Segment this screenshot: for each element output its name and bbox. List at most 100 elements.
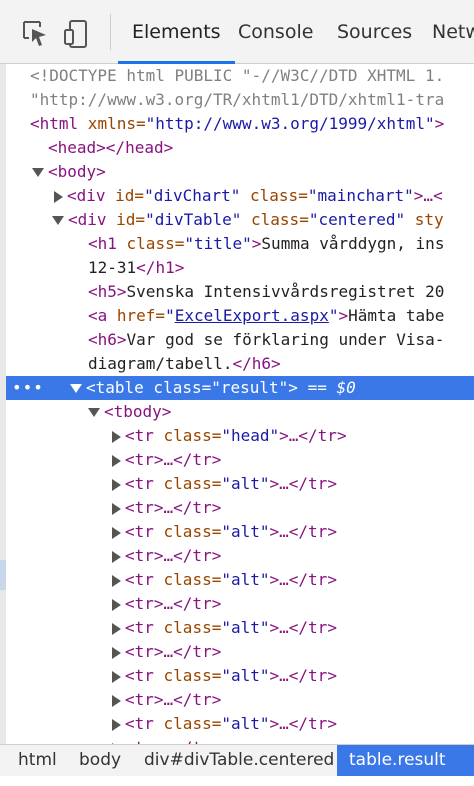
expand-triangle-icon[interactable] <box>112 598 121 611</box>
expand-triangle-icon[interactable] <box>112 646 121 659</box>
devtools-toolbar: Elements Console Sources Netw <box>0 0 474 64</box>
expand-triangle-icon[interactable] <box>112 526 121 539</box>
dom-tree[interactable]: <!DOCTYPE html PUBLIC "-//W3C//DTD XHTML… <box>6 64 474 744</box>
expand-triangle-icon[interactable] <box>54 190 63 203</box>
div-table-node[interactable]: <div id="divTable" class="centered" sty <box>6 208 474 232</box>
head-node[interactable]: <head></head> <box>6 136 474 160</box>
a-node[interactable]: <a href="ExcelExport.aspx">Hämta tabe <box>6 304 474 328</box>
tbody-tag: <tbody> <box>104 402 172 421</box>
device-toggle-icon[interactable] <box>62 16 92 50</box>
attr-name: class= <box>153 522 222 541</box>
tr-node[interactable]: <tr>…</tr> <box>6 592 474 616</box>
attr-name: class= <box>153 618 222 637</box>
tr-node[interactable]: <tr>…</tr> <box>6 496 474 520</box>
select-element-icon[interactable] <box>20 16 50 50</box>
div-chart-node[interactable]: <div id="divChart" class="mainchart">…< <box>6 184 474 208</box>
tr-node[interactable]: <tr class="alt">…</tr> <box>6 520 474 544</box>
tr-tag-tail: …</tr> <box>163 450 222 469</box>
tr-node[interactable]: <tr class="alt">…</tr> <box>6 568 474 592</box>
attr-name: id= <box>106 210 146 229</box>
expand-triangle-icon[interactable] <box>112 574 121 587</box>
collapse-triangle-icon[interactable] <box>32 168 44 177</box>
tr-node[interactable]: <tr class="alt">…</tr> <box>6 472 474 496</box>
expand-triangle-icon[interactable] <box>112 430 121 443</box>
expand-triangle-icon[interactable] <box>112 550 121 563</box>
attr-value-quote: " <box>165 306 175 325</box>
expand-triangle-icon[interactable] <box>112 502 121 515</box>
attr-name: class= <box>153 666 222 685</box>
html-node[interactable]: <html xmlns="http://www.w3.org/1999/xhtm… <box>6 112 474 136</box>
tab-sources[interactable]: Sources <box>337 0 412 64</box>
attr-value: "head" <box>221 426 280 445</box>
tr-node[interactable]: <tr class="alt">…</tr> <box>6 664 474 688</box>
tr-node[interactable]: <tr class="alt">…</tr> <box>6 616 474 640</box>
bottom-edge <box>0 776 474 786</box>
doctype-line-cont[interactable]: "http://www.w3.org/TR/xhtml1/DTD/xhtml1-… <box>6 88 474 112</box>
breadcrumb-div[interactable]: div#divTable.centered <box>134 745 344 777</box>
a-tag: <a <box>88 306 108 325</box>
tab-console[interactable]: Console <box>238 0 313 64</box>
doctype-line[interactable]: <!DOCTYPE html PUBLIC "-//W3C//DTD XHTML… <box>6 64 474 88</box>
tr-node[interactable]: <tr class="head">…</tr> <box>6 424 474 448</box>
tr-node[interactable]: <tr class="alt">…</tr> <box>6 712 474 736</box>
attr-value: "centered" <box>308 210 406 229</box>
table-node-selected[interactable]: ••• <table class="result"> == $0 <box>6 376 474 400</box>
tr-node[interactable]: <tr>…</tr> <box>6 736 474 744</box>
h1-node[interactable]: <h1 class="title">Summa vårddygn, ins <box>6 232 474 256</box>
h5-text: Svenska Intensivvårdsregistret 20 <box>126 282 445 301</box>
attr-name-truncated: sty <box>405 210 444 229</box>
tr-tag: <tr> <box>125 690 164 709</box>
collapse-triangle-icon[interactable] <box>88 408 100 417</box>
attr-name: class= <box>240 186 308 205</box>
h6-text: Var god se förklaring under Visa- <box>126 330 445 349</box>
attr-value: "mainchart" <box>307 186 414 205</box>
expand-triangle-icon[interactable] <box>112 694 121 707</box>
h6-node-cont[interactable]: diagram/tabell.</h6> <box>6 352 474 376</box>
body-node[interactable]: <body> <box>6 160 474 184</box>
tr-tag-tail: …</tr> <box>163 690 222 709</box>
attr-value: "divTable" <box>145 210 242 229</box>
attr-name: id= <box>105 186 145 205</box>
tr-tag: <tr> <box>125 594 164 613</box>
attr-name: class= <box>153 426 222 445</box>
breadcrumb-html[interactable]: html <box>8 745 67 777</box>
tab-elements[interactable]: Elements <box>118 0 235 64</box>
tr-node[interactable]: <tr>…</tr> <box>6 544 474 568</box>
h5-node[interactable]: <h5>Svenska Intensivvårdsregistret 20 <box>6 280 474 304</box>
attr-value: "alt" <box>221 474 270 493</box>
href-link[interactable]: ExcelExport.aspx <box>175 306 329 325</box>
tr-node[interactable]: <tr>…</tr> <box>6 688 474 712</box>
expand-triangle-icon[interactable] <box>112 622 121 635</box>
attr-name: class= <box>116 234 185 253</box>
console-ref: == $0 <box>297 378 356 397</box>
tr-tag-tail: …</tr> <box>163 498 222 517</box>
h1-node-cont[interactable]: 12-31</h1> <box>6 256 474 280</box>
doctype-text-cont: "http://www.w3.org/TR/xhtml1/DTD/xhtml1-… <box>30 90 445 109</box>
html-tag-close: > <box>434 114 445 133</box>
collapse-triangle-icon[interactable] <box>52 216 64 225</box>
doctype-text: <!DOCTYPE html PUBLIC "-//W3C//DTD XHTML… <box>30 66 445 85</box>
tbody-node[interactable]: <tbody> <box>6 400 474 424</box>
tr-tag: <tr> <box>125 546 164 565</box>
attr-value: "title" <box>184 234 252 253</box>
tr-tag-tail: …</tr> <box>163 642 222 661</box>
html-attr-value: "http://www.w3.org/1999/xhtml" <box>145 114 435 133</box>
breadcrumb-body[interactable]: body <box>69 745 131 777</box>
h6-close-tag: </h6> <box>232 354 281 373</box>
expand-triangle-icon[interactable] <box>112 478 121 491</box>
breadcrumb-table[interactable]: table.result <box>337 745 474 777</box>
more-actions-icon[interactable]: ••• <box>12 376 44 400</box>
attr-value: "divChart" <box>144 186 241 205</box>
h6-tag: <h6> <box>88 330 127 349</box>
expand-triangle-icon[interactable] <box>112 670 121 683</box>
tr-node[interactable]: <tr>…</tr> <box>6 448 474 472</box>
tr-node[interactable]: <tr>…</tr> <box>6 640 474 664</box>
tr-tag: <tr> <box>125 450 164 469</box>
expand-triangle-icon[interactable] <box>112 454 121 467</box>
tab-network[interactable]: Netw <box>432 0 474 64</box>
toolbar-separator <box>110 14 111 50</box>
collapse-triangle-icon[interactable] <box>70 384 82 393</box>
h6-node[interactable]: <h6>Var god se förklaring under Visa- <box>6 328 474 352</box>
expand-triangle-icon[interactable] <box>112 718 121 731</box>
h5-tag: <h5> <box>88 282 127 301</box>
